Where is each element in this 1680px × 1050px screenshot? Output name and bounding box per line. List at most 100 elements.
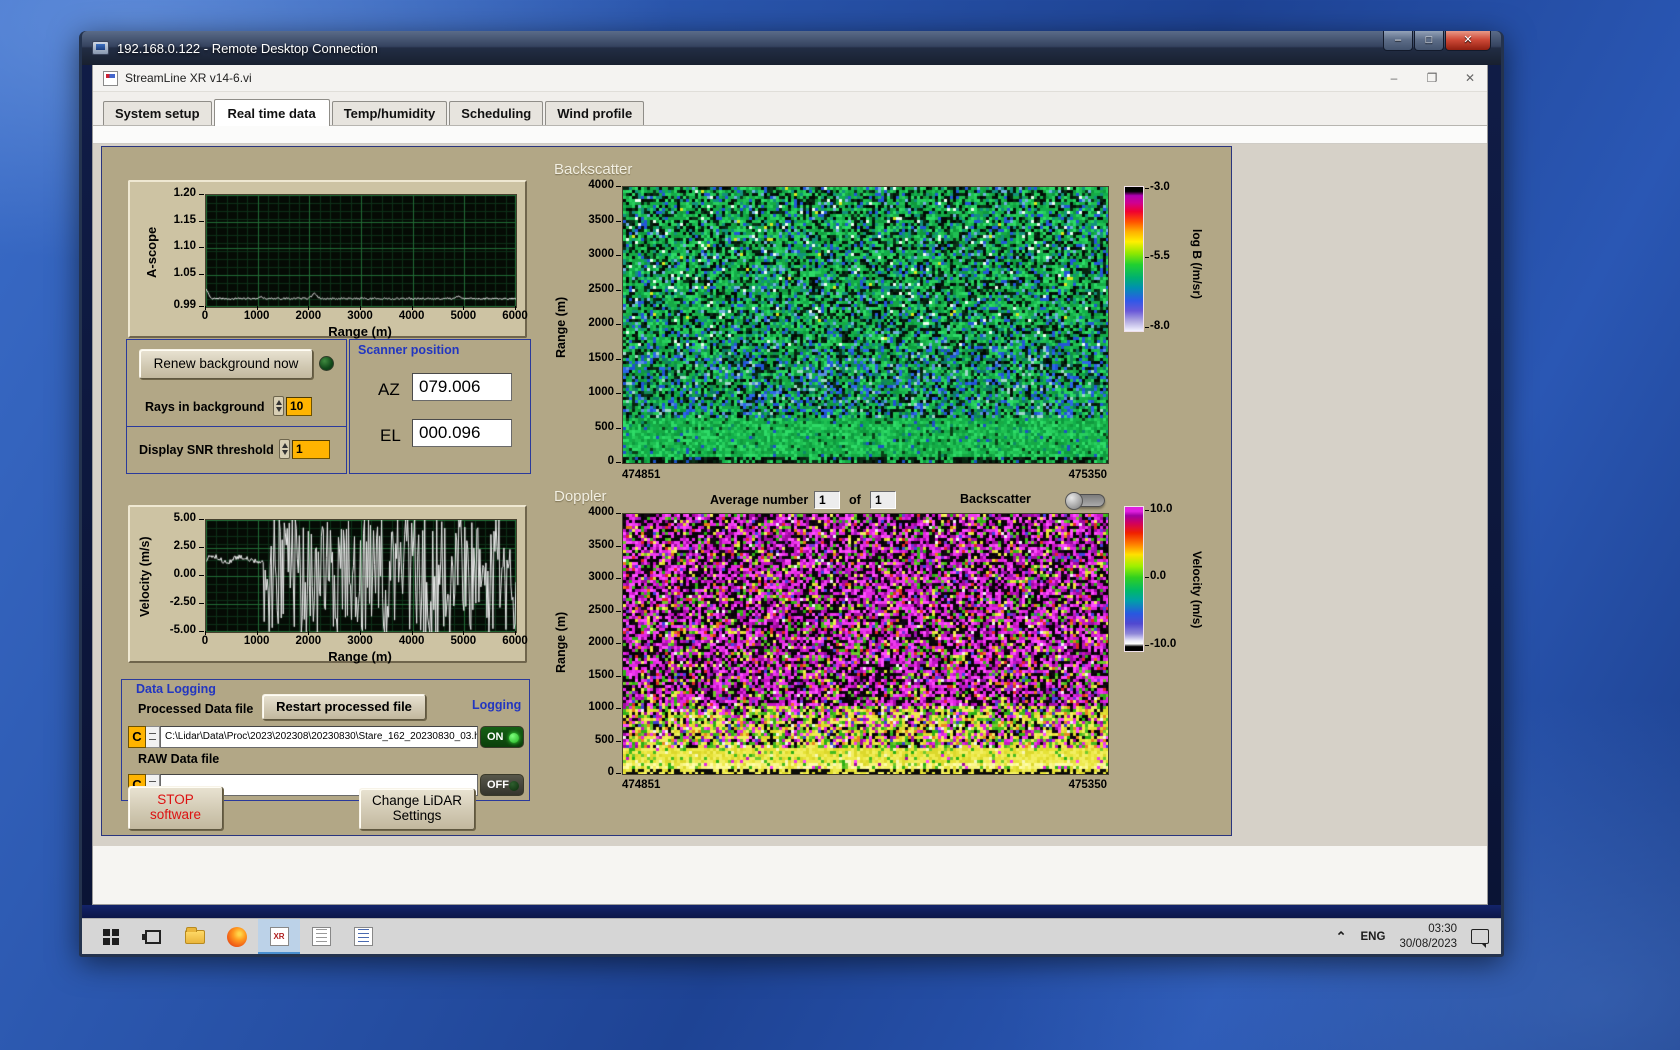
scan-scheduler-icon — [311, 927, 331, 946]
processed-file-label: Processed Data file — [138, 702, 254, 716]
backscatter-heatmap — [622, 186, 1109, 464]
clock[interactable]: 03:30 30/08/2023 — [1399, 922, 1457, 952]
axis-tick: 500 — [594, 733, 614, 746]
tick-mark — [616, 393, 621, 394]
rdp-close-button[interactable]: ✕ — [1445, 31, 1491, 51]
scanner-position-title: Scanner position — [358, 343, 460, 357]
file-explorer-button[interactable] — [174, 919, 216, 955]
start-button[interactable] — [90, 919, 132, 955]
tray-expand-chevron[interactable]: ⌃ — [1336, 929, 1347, 945]
notepad-icon — [353, 927, 373, 946]
axis-tick: 2000 — [295, 635, 322, 647]
snr-stepper[interactable] — [279, 439, 290, 459]
tick-mark — [199, 575, 204, 576]
tab-real-time-data[interactable]: Real time data — [213, 99, 330, 126]
firefox-button[interactable] — [216, 919, 258, 955]
processed-browse-icon[interactable] — [146, 726, 160, 748]
notification-center-icon[interactable] — [1471, 929, 1489, 948]
axis-tick: -3.0 — [1150, 181, 1170, 193]
tick-mark — [199, 273, 204, 275]
axis-tick: 1000 — [588, 701, 614, 713]
axis-tick: 6000 — [502, 635, 528, 647]
axis-tick: 2000 — [295, 310, 322, 322]
rdp-maximize-button[interactable]: □ — [1414, 31, 1444, 51]
background-controls-box: Renew background now Rays in background … — [126, 339, 347, 427]
tab-system-setup[interactable]: System setup — [103, 101, 212, 125]
tick-mark — [616, 610, 621, 612]
axis-tick: 0 — [201, 635, 209, 647]
renew-led-indicator — [319, 356, 334, 371]
tick-mark — [616, 289, 621, 291]
axis-tick: 4000 — [398, 635, 425, 647]
processed-drive-button[interactable]: C — [128, 726, 146, 748]
raw-logging-toggle[interactable]: OFF — [480, 774, 524, 796]
streamline-app-icon: XR — [269, 927, 289, 946]
rays-value-field[interactable]: 10 — [286, 397, 312, 416]
processed-path-field[interactable]: C:\Lidar\Data\Proc\2023\202308\20230830\… — [160, 726, 478, 748]
clock-time: 03:30 — [1428, 922, 1457, 935]
app-title: StreamLine XR v14-6.vi — [125, 71, 252, 85]
logging-label: Logging — [472, 698, 522, 712]
tick-mark — [256, 631, 258, 635]
axis-tick: 1.10 — [173, 240, 196, 253]
snr-value-field[interactable]: 1 — [292, 440, 330, 459]
tick-mark — [411, 631, 413, 635]
tick-mark — [515, 631, 516, 635]
tick-mark — [199, 194, 204, 195]
rays-stepper[interactable] — [273, 396, 284, 416]
app-minimize-button[interactable]: – — [1387, 71, 1401, 85]
tick-mark — [515, 306, 516, 310]
ascope-xlabel: Range (m) — [328, 324, 392, 339]
tick-mark — [1145, 645, 1149, 646]
app-maximize-button[interactable]: ❐ — [1425, 71, 1439, 85]
axis-tick: -2.50 — [169, 596, 196, 608]
processed-logging-toggle[interactable]: ON — [480, 726, 524, 748]
doppler-x-end: 475350 — [1068, 779, 1107, 791]
stop-software-button[interactable]: STOP software — [128, 786, 223, 830]
axis-tick: 3000 — [347, 635, 373, 647]
tab-strip: System setup Real time data Temp/humidit… — [93, 92, 1487, 126]
scan-scheduler-button[interactable] — [300, 919, 342, 955]
tick-mark — [199, 547, 204, 548]
el-value-field[interactable]: 000.096 — [412, 419, 512, 447]
windows-logo-icon — [103, 928, 119, 945]
tab-scheduling[interactable]: Scheduling — [449, 101, 544, 125]
axis-tick: 3000 — [588, 571, 614, 583]
axis-tick: 5.00 — [173, 512, 196, 524]
tick-mark — [616, 358, 621, 360]
az-value-field[interactable]: 079.006 — [412, 373, 512, 401]
tab-wind-profile[interactable]: Wind profile — [545, 101, 645, 125]
tick-mark — [1145, 510, 1149, 511]
change-lidar-settings-button[interactable]: Change LiDAR Settings — [359, 788, 475, 830]
average-number-field[interactable]: 1 — [814, 491, 840, 509]
snr-box: Display SNR threshold 1 — [126, 427, 347, 474]
ascope-graph: A-scope Range (m) 1.20 1.15 1.10 1.05 0.99 0 1… — [128, 180, 528, 339]
language-indicator[interactable]: ENG — [1361, 931, 1386, 943]
axis-tick: 1000 — [243, 310, 270, 322]
rdp-minimize-button[interactable]: – — [1383, 31, 1413, 51]
average-total-field[interactable]: 1 — [870, 491, 896, 509]
task-view-button[interactable] — [132, 919, 174, 955]
axis-tick: 2000 — [588, 317, 614, 329]
app-close-button[interactable]: ✕ — [1463, 71, 1477, 85]
axis-tick: 1000 — [588, 386, 614, 398]
restart-processed-file-button[interactable]: Restart processed file — [262, 694, 426, 720]
renew-background-button[interactable]: Renew background now — [139, 349, 313, 379]
notepad-button[interactable] — [342, 919, 384, 955]
tick-mark — [308, 631, 310, 635]
tick-mark — [616, 513, 621, 514]
axis-tick: 0 — [607, 455, 614, 467]
tick-mark — [616, 427, 621, 429]
tick-mark — [199, 603, 204, 604]
rdp-titlebar[interactable]: 192.168.0.122 - Remote Desktop Connectio… — [82, 31, 1501, 65]
axis-tick: 3000 — [347, 310, 373, 322]
tick-mark — [616, 462, 621, 463]
rdp-icon — [92, 41, 109, 55]
toggle-knob — [1065, 492, 1083, 510]
app-titlebar[interactable]: StreamLine XR v14-6.vi – ❐ ✕ — [93, 65, 1487, 92]
tab-temp-humidity[interactable]: Temp/humidity — [331, 101, 448, 125]
streamline-taskbar-button[interactable]: XR — [258, 918, 300, 954]
rdp-title: 192.168.0.122 - Remote Desktop Connectio… — [117, 40, 378, 56]
backscatter-display-toggle[interactable] — [1065, 492, 1105, 510]
clock-date: 30/08/2023 — [1399, 937, 1457, 950]
